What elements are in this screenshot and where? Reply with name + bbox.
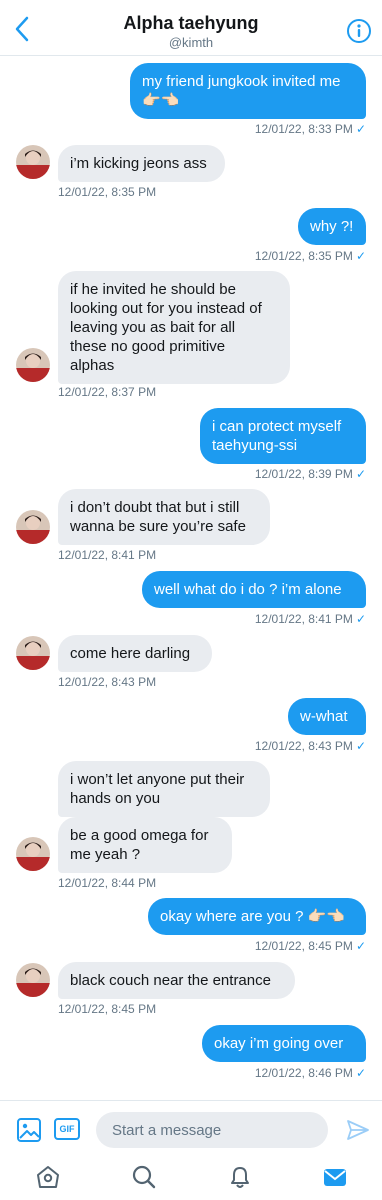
message-bubble-outgoing[interactable]: okay where are you ? 👉🏻👈🏻 [148,898,366,935]
sent-check-icon: ✓ [355,612,366,626]
message-thread[interactable]: my friend jungkook invited me 👉🏻👈🏻 12/01… [0,56,382,1100]
message-text: i’m kicking jeons ass [70,155,207,172]
message-timestamp: 12/01/22, 8:35 PM [58,185,157,199]
message-bubble-incoming[interactable]: if he invited he should be looking out f… [58,271,290,384]
message-text: why ?! [310,218,354,235]
avatar[interactable] [16,145,50,179]
message-text: be a good omega for [70,827,209,844]
bottom-tab-bar [0,1158,382,1200]
sent-check-icon: ✓ [355,249,366,263]
message-timestamp: 12/01/22, 8:45 PM ✓ [254,939,366,953]
message-text: okay i’m going over [214,1035,344,1052]
message-timestamp: 12/01/22, 8:35 PM ✓ [254,249,366,263]
message-bubble-incoming[interactable]: i won’t let anyone put their hands on yo… [58,761,270,817]
message-text: leaving you as bait for all [70,319,236,336]
mail-icon[interactable] [322,1164,348,1190]
message-timestamp: 12/01/22, 8:46 PM ✓ [254,1066,366,1080]
message-bubble-incoming[interactable]: come here darling [58,635,212,672]
gif-button[interactable]: GIF [54,1118,80,1140]
message-timestamp: 12/01/22, 8:45 PM [58,1002,157,1016]
message-bubble-incoming[interactable]: i don’t doubt that but i still wanna be … [58,489,270,545]
message-bubble-incoming[interactable]: i’m kicking jeons ass [58,145,225,182]
avatar[interactable] [16,348,50,382]
search-icon[interactable] [131,1164,157,1190]
conversation-handle: @kimth [168,35,214,50]
message-text: looking out for you instead of [70,300,262,317]
message-timestamp: 12/01/22, 8:33 PM ✓ [254,122,366,136]
image-icon[interactable] [16,1117,42,1143]
avatar[interactable] [16,837,50,871]
message-bubble-outgoing[interactable]: well what do i do ? i’m alone [142,571,366,608]
message-text: my friend jungkook invited me [142,73,341,90]
sent-check-icon: ✓ [355,739,366,753]
message-bubble-outgoing[interactable]: w-what [288,698,366,735]
message-bubble-outgoing[interactable]: my friend jungkook invited me 👉🏻👈🏻 [130,63,366,119]
sent-check-icon: ✓ [355,467,366,481]
message-bubble-incoming[interactable]: black couch near the entrance [58,962,295,999]
message-text: hands on you [70,790,161,807]
message-text: me yeah ? [70,846,141,863]
send-icon[interactable] [346,1118,370,1142]
sent-check-icon: ✓ [355,939,366,953]
message-timestamp: 12/01/22, 8:43 PM ✓ [254,739,366,753]
message-text: taehyung-ssi [212,437,298,454]
sent-check-icon: ✓ [355,1066,366,1080]
avatar[interactable] [16,510,50,544]
avatar[interactable] [16,636,50,670]
message-bubble-outgoing[interactable]: okay i’m going over [202,1025,366,1062]
message-input[interactable] [96,1112,328,1148]
home-icon[interactable] [35,1164,61,1190]
message-text: i don’t doubt that but i still [70,499,240,516]
bell-icon[interactable] [227,1164,253,1190]
message-text: wanna be sure you’re safe [70,518,246,535]
message-timestamp: 12/01/22, 8:39 PM ✓ [254,467,366,481]
message-text: well what do i do ? i’m alone [154,581,342,598]
message-text: 👉🏻👈🏻 [142,92,180,109]
message-bubble-outgoing[interactable]: why ?! [298,208,366,245]
message-timestamp: 12/01/22, 8:37 PM [58,385,157,399]
message-timestamp: 12/01/22, 8:44 PM [58,876,157,890]
message-text: i won’t let anyone put their [70,771,245,788]
avatar[interactable] [16,963,50,997]
sent-check-icon: ✓ [355,122,366,136]
message-text: come here darling [70,645,191,662]
conversation-title: Alpha taehyung [123,13,259,33]
message-timestamp: 12/01/22, 8:41 PM ✓ [254,612,366,626]
conversation-header: Alpha taehyung @kimth [0,0,382,56]
message-text: black couch near the entrance [70,972,271,989]
message-bubble-incoming[interactable]: be a good omega for me yeah ? [58,817,232,873]
message-text: alphas [70,357,115,374]
message-text: okay where are you ? 👉🏻👈🏻 [160,908,345,925]
message-timestamp: 12/01/22, 8:43 PM [58,675,157,689]
message-text: these no good primitive [70,338,226,355]
message-timestamp: 12/01/22, 8:41 PM [58,548,157,562]
info-icon[interactable] [346,18,372,44]
message-bubble-outgoing[interactable]: i can protect myself taehyung-ssi [200,408,366,464]
message-text: if he invited he should be [70,281,236,298]
message-text: i can protect myself [212,418,342,435]
message-text: w-what [300,708,348,725]
message-composer: GIF [0,1100,382,1158]
